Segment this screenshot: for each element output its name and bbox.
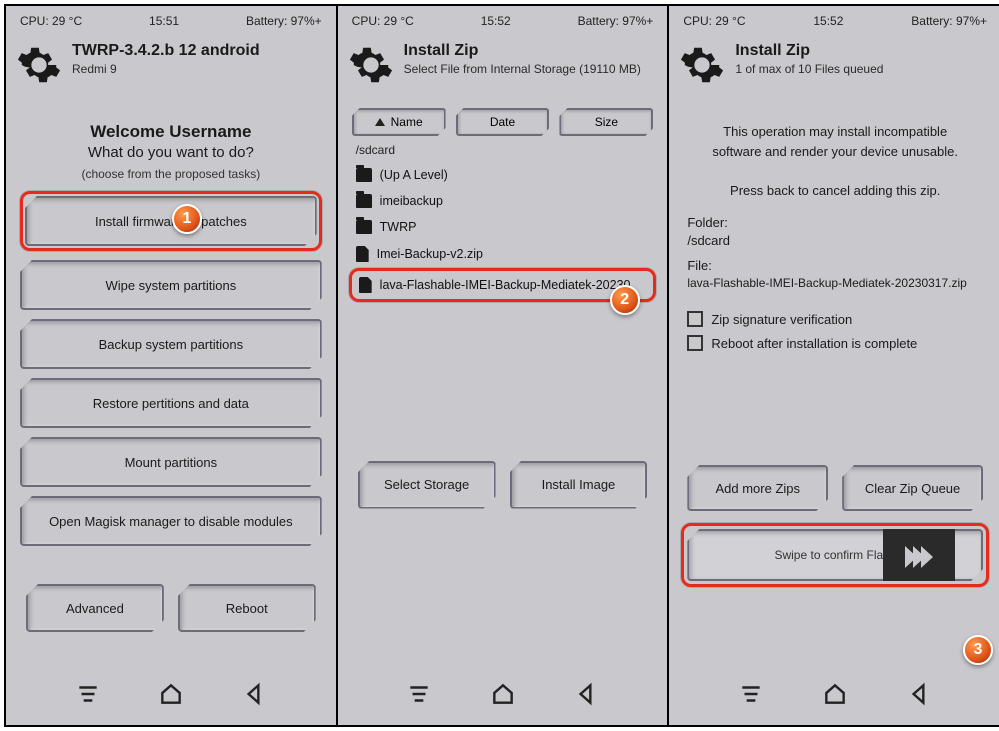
nav-back-icon[interactable]: [241, 681, 267, 707]
clock: 15:51: [149, 14, 179, 28]
nav-menu-icon[interactable]: [75, 681, 101, 707]
chevron-right-icon: [921, 546, 933, 568]
queue-status: 1 of max of 10 Files queued: [735, 62, 883, 76]
gear-icon: [16, 42, 62, 88]
file-icon: [356, 246, 369, 262]
callout-marker-1: 1: [172, 204, 202, 234]
header: TWRP-3.4.2.b 12 android Redmi 9: [6, 36, 336, 100]
file-item[interactable]: Imei-Backup-v2.zip: [352, 240, 654, 268]
folder-item[interactable]: TWRP: [352, 214, 654, 240]
file-icon: [359, 277, 372, 293]
highlight-box-1: Install firmware or patches: [20, 191, 322, 251]
add-more-zips-button[interactable]: Add more Zips: [687, 465, 828, 511]
folder-value: /sdcard: [687, 233, 983, 248]
status-bar: CPU: 29 °C 15:52 Battery: 97%+: [669, 6, 999, 36]
folder-up[interactable]: (Up A Level): [352, 162, 654, 188]
page-title: Install Zip: [735, 42, 883, 60]
magisk-manager-button[interactable]: Open Magisk manager to disable modules: [20, 496, 322, 546]
file-value: lava-Flashable-IMEI-Backup-Mediatek-2023…: [687, 276, 983, 290]
folder-label: Folder:: [687, 215, 983, 230]
restore-partitions-button[interactable]: Restore pertitions and data: [20, 378, 322, 428]
panel-install-filelist: CPU: 29 °C 15:52 Battery: 97%+ Install Z…: [338, 6, 670, 725]
device-name: Redmi 9: [72, 62, 260, 76]
battery: Battery: 97%+: [246, 14, 322, 28]
current-path: /sdcard: [338, 136, 668, 162]
mount-partitions-button[interactable]: Mount partitions: [20, 437, 322, 487]
clear-zip-queue-button[interactable]: Clear Zip Queue: [842, 465, 983, 511]
reboot-after-checkbox-row[interactable]: Reboot after installation is complete: [669, 331, 999, 355]
callout-marker-2: 2: [610, 285, 640, 315]
file-label: File:: [687, 258, 983, 273]
zip-signature-checkbox-row[interactable]: Zip signature verification: [669, 307, 999, 331]
advanced-button[interactable]: Advanced: [26, 584, 164, 632]
wipe-partitions-button[interactable]: Wipe system partitions: [20, 260, 322, 310]
page-title: Install Zip: [404, 42, 641, 60]
checkbox-icon[interactable]: [687, 311, 703, 327]
swipe-to-flash-slider[interactable]: Swipe to confirm Flash: [687, 529, 983, 581]
twrp-title: TWRP-3.4.2.b 12 android: [72, 42, 260, 60]
status-bar: CPU: 29 °C 15:52 Battery: 97%+: [338, 6, 668, 36]
folder-icon: [356, 220, 372, 234]
sort-size-button[interactable]: Size: [559, 108, 653, 136]
header: Install Zip Select File from Internal St…: [338, 36, 668, 100]
welcome-sub: What do you want to do?: [26, 144, 316, 161]
slider-handle[interactable]: [883, 527, 955, 587]
status-bar: CPU: 29 °C 15:51 Battery: 97%+: [6, 6, 336, 36]
battery: Battery: 97%+: [911, 14, 987, 28]
navbar: [669, 667, 999, 725]
welcome-block: Welcome Username What do you want to do?…: [6, 122, 336, 181]
sort-date-button[interactable]: Date: [456, 108, 550, 136]
sort-name-button[interactable]: Name: [352, 108, 446, 136]
nav-home-icon[interactable]: [822, 681, 848, 707]
swipe-label: Swipe to confirm Flash: [774, 548, 895, 562]
highlight-box-3: Swipe to confirm Flash: [681, 523, 989, 587]
checkbox-icon[interactable]: [687, 335, 703, 351]
cpu-temp: CPU: 29 °C: [20, 14, 82, 28]
file-item-selected[interactable]: lava-Flashable-IMEI-Backup-Mediatek-2023…: [353, 272, 653, 298]
navbar: [6, 667, 336, 725]
install-firmware-button[interactable]: Install firmware or patches: [25, 196, 317, 246]
nav-home-icon[interactable]: [490, 681, 516, 707]
clock: 15:52: [813, 14, 843, 28]
panel-home: CPU: 29 °C 15:51 Battery: 97%+ TWRP-3.4.…: [6, 6, 338, 725]
reboot-button[interactable]: Reboot: [178, 584, 316, 632]
folder-item[interactable]: imeibackup: [352, 188, 654, 214]
gear-icon: [348, 42, 394, 88]
callout-marker-3: 3: [963, 635, 993, 665]
folder-icon: [356, 168, 372, 182]
navbar: [338, 667, 668, 725]
cpu-temp: CPU: 29 °C: [352, 14, 414, 28]
select-storage-button[interactable]: Select Storage: [358, 461, 496, 509]
nav-home-icon[interactable]: [158, 681, 184, 707]
warning-text: This operation may install incompatible …: [669, 100, 999, 161]
nav-menu-icon[interactable]: [738, 681, 764, 707]
clock: 15:52: [481, 14, 511, 28]
header: Install Zip 1 of max of 10 Files queued: [669, 36, 999, 100]
sort-ascending-icon: [375, 118, 385, 126]
battery: Battery: 97%+: [578, 14, 654, 28]
cpu-temp: CPU: 29 °C: [683, 14, 745, 28]
nav-menu-icon[interactable]: [406, 681, 432, 707]
install-image-button[interactable]: Install Image: [510, 461, 648, 509]
nav-back-icon[interactable]: [573, 681, 599, 707]
gear-icon: [679, 42, 725, 88]
nav-back-icon[interactable]: [906, 681, 932, 707]
welcome-hint: (choose from the proposed tasks): [26, 167, 316, 181]
panel-install-confirm: CPU: 29 °C 15:52 Battery: 97%+ Install Z…: [669, 6, 999, 725]
cancel-hint: Press back to cancel adding this zip.: [669, 183, 999, 198]
backup-partitions-button[interactable]: Backup system partitions: [20, 319, 322, 369]
welcome-title: Welcome Username: [26, 122, 316, 142]
page-subtitle: Select File from Internal Storage (19110…: [404, 62, 641, 76]
folder-icon: [356, 194, 372, 208]
